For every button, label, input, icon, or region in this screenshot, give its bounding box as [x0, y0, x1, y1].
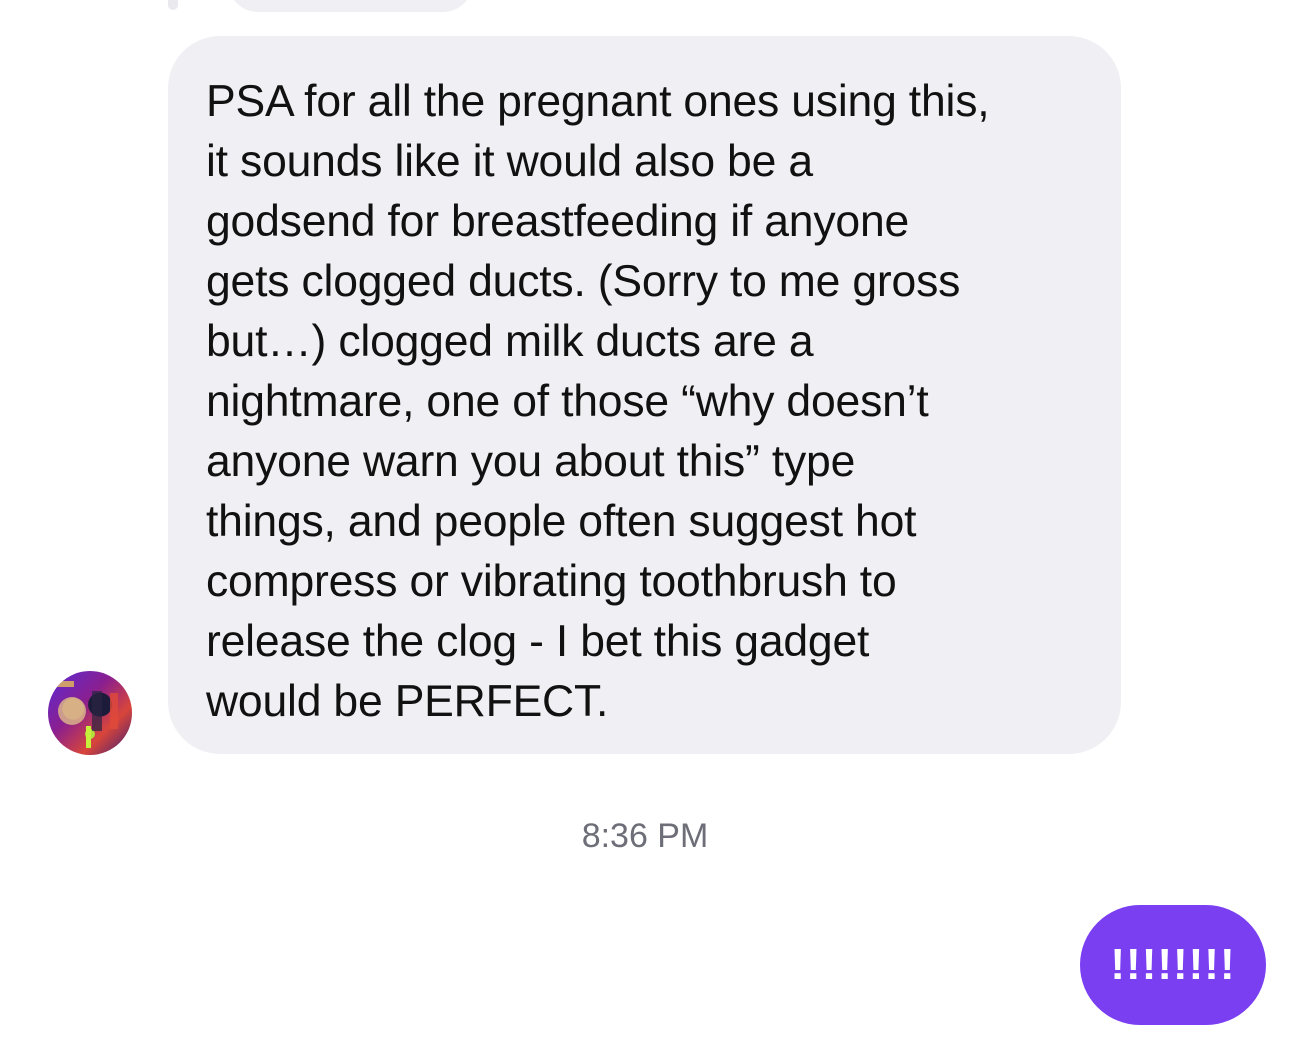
sender-avatar[interactable] [48, 671, 132, 755]
outgoing-message-bubble[interactable]: !!!!!!!! [1080, 905, 1266, 1025]
scroll-indicator [168, 0, 178, 10]
avatar-photo-icon [56, 681, 118, 748]
outgoing-message-text: !!!!!!!! [1110, 940, 1236, 989]
incoming-message-bubble[interactable]: PSA for all the pregnant ones using this… [168, 36, 1121, 754]
previous-message-bubble[interactable] [228, 0, 473, 12]
message-timestamp: 8:36 PM [581, 817, 709, 855]
